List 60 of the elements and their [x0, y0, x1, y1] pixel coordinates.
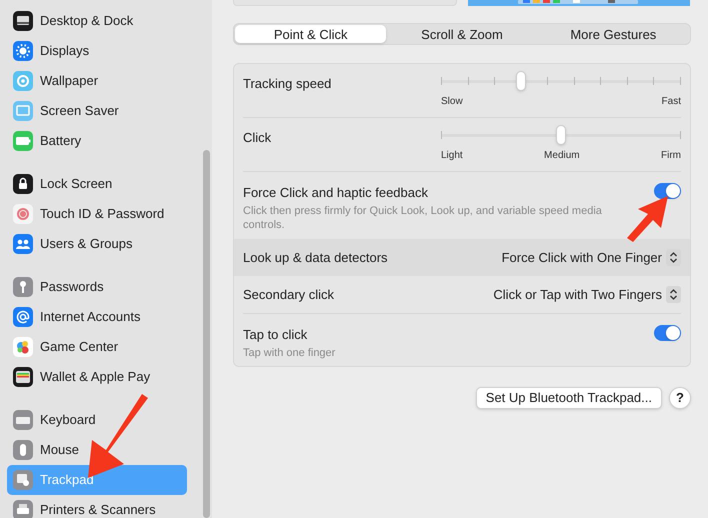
sidebar-item[interactable]: Passwords — [7, 272, 187, 302]
sidebar-item[interactable]: Touch ID & Password — [7, 199, 187, 229]
setting-label: Secondary click — [243, 286, 334, 304]
setting-label: Click — [243, 129, 272, 147]
scrollbar[interactable] — [202, 150, 210, 518]
at-sign-icon — [13, 307, 33, 327]
setup-button[interactable]: Set Up Bluetooth Trackpad... — [476, 387, 662, 409]
tab[interactable]: Point & Click — [235, 25, 386, 43]
setting-label: Tracking speed — [243, 75, 332, 93]
sidebar-item[interactable]: Keyboard — [7, 405, 187, 435]
popup-button[interactable]: Click or Tap with Two Fingers — [493, 284, 681, 304]
tick-label: Slow — [441, 95, 463, 109]
tick-label: Fast — [662, 95, 681, 109]
help-button[interactable]: ? — [669, 387, 691, 409]
lock-icon — [13, 174, 33, 194]
setting-label: Tap to click — [243, 326, 308, 344]
people-icon — [13, 234, 33, 254]
sidebar-item[interactable]: Wallet & Apple Pay — [7, 362, 187, 392]
tab[interactable]: Scroll & Zoom — [386, 25, 538, 43]
wallet-icon — [13, 367, 33, 387]
slider-track[interactable] — [441, 125, 681, 145]
sidebar-item[interactable]: Internet Accounts — [7, 302, 187, 332]
setting-description: Tap with one finger — [243, 346, 336, 360]
fingerprint-icon — [13, 204, 33, 224]
mouse-icon — [13, 440, 33, 460]
sidebar-item[interactable]: Printers & Scanners — [7, 495, 187, 518]
flower-icon — [13, 71, 33, 91]
sidebar-item[interactable]: Desktop & Dock — [7, 6, 187, 36]
sidebar-item[interactable]: Game Center — [7, 332, 187, 362]
slider-thumb[interactable] — [516, 71, 526, 91]
setting-description: Click then press firmly for Quick Look, Look up, and variable speed media controls. — [243, 204, 603, 232]
tab[interactable]: More Gestures — [538, 25, 689, 43]
sidebar-item[interactable]: Mouse — [7, 435, 187, 465]
battery-icon — [13, 131, 33, 151]
tick-label: Firm — [660, 149, 681, 163]
slider-thumb[interactable] — [556, 125, 566, 145]
slider-track[interactable] — [441, 71, 681, 91]
setting-label: Force Click and haptic feedback — [243, 184, 429, 202]
key-icon — [13, 277, 33, 297]
sidebar-item[interactable]: Wallpaper — [7, 66, 187, 96]
keyboard-icon — [13, 410, 33, 430]
display-icon — [13, 11, 33, 31]
toggle-switch[interactable] — [654, 325, 681, 341]
sidebar-item[interactable]: Users & Groups — [7, 229, 187, 259]
trackpad-icon — [13, 470, 33, 490]
tick-label: Light — [441, 149, 463, 163]
toggle-switch[interactable] — [654, 183, 681, 199]
sidebar-item[interactable]: Screen Saver — [7, 96, 187, 126]
chevron-up-down-icon — [666, 286, 681, 303]
bubbles-icon — [13, 337, 33, 357]
tick-label: Medium — [544, 149, 580, 163]
arrow — [627, 196, 668, 242]
screen-icon — [13, 101, 33, 121]
sidebar-item[interactable]: Displays — [7, 36, 187, 66]
setting-label: Look up & data detectors — [243, 248, 388, 267]
sidebar-item[interactable]: Lock Screen — [7, 169, 187, 199]
sun-icon — [13, 41, 33, 61]
popup-button[interactable]: Force Click with One Finger — [502, 248, 681, 268]
sidebar-item[interactable]: Battery — [7, 126, 187, 156]
chevron-up-down-icon — [666, 249, 681, 266]
